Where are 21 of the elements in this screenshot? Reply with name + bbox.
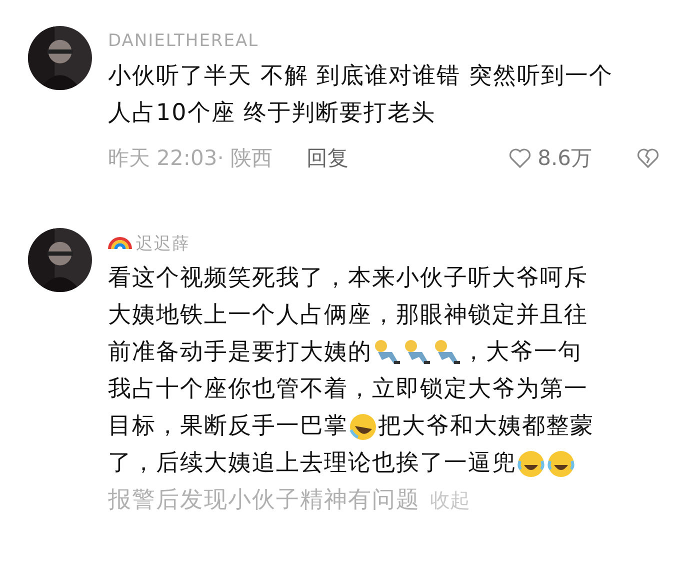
comment-time: 昨天 22:03· 陕西: [108, 145, 273, 172]
username[interactable]: DANIELTHEREAL: [108, 31, 259, 51]
heart-icon[interactable]: [508, 146, 532, 170]
comment-text: 人占10个座 终于判断要打老头: [108, 99, 436, 128]
comment-text: 大姨地铁上一个人占俩座，那眼神锁定并且往: [108, 301, 588, 330]
comment-text: 前准备动手是要打大姨的: [108, 338, 372, 367]
laughing-emoji-icon: [546, 448, 576, 478]
laughing-emoji-icon: [348, 412, 378, 442]
comment-text: 看这个视频笑死我了，本来小伙子听大爷呵斥: [108, 264, 588, 293]
username[interactable]: 迟迟薛: [136, 232, 190, 254]
comment-text: 报警后发现小伙子精神有问题: [108, 487, 420, 513]
comment-text: 我占十个座你也管不着，立即锁定大爷为第一: [108, 375, 588, 404]
comment-text: 了，后续大姨追上去理论也挨了一逼兜: [108, 449, 516, 478]
reply-link[interactable]: 回复: [306, 144, 349, 172]
comment-text: 把大爷和大姨都整蒙: [378, 412, 594, 441]
comment-text: ，大爷一句: [462, 338, 582, 367]
broken-heart-icon[interactable]: [636, 146, 660, 170]
like-count: 8.6万: [538, 145, 592, 172]
comment-text: 小伙听了半天 不解 到底谁对谁错 突然听到一个: [108, 62, 613, 91]
comment-text: 目标，果断反手一巴掌: [108, 412, 348, 441]
laughing-emoji-icon: [516, 448, 546, 478]
